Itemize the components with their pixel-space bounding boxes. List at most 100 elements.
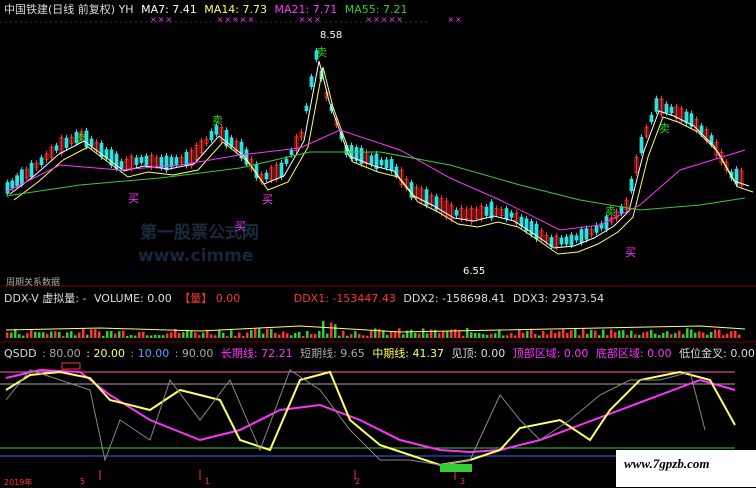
- ddx-bar: [30, 329, 33, 338]
- high-price-label: 8.58: [320, 30, 343, 41]
- ddx-bar: [542, 330, 545, 338]
- ddx-bar: [234, 335, 237, 338]
- period-relation-label: 周期关系数据: [6, 278, 61, 288]
- candle-body: [134, 157, 139, 165]
- qsdd-name: QSDD: [4, 347, 37, 360]
- signal-marks: ××× ××××× ××× ××××× ××: [150, 15, 463, 24]
- ddx-bar: [530, 328, 533, 338]
- date-label: 2019年: [4, 478, 33, 487]
- ddx-bar: [726, 333, 729, 338]
- date-label: 1: [205, 477, 211, 486]
- ddx-bar: [722, 335, 725, 338]
- ddx-bar: [582, 328, 585, 338]
- ddx-bar: [314, 334, 317, 338]
- candle-body: [619, 206, 624, 214]
- ddx-bar: [578, 335, 581, 338]
- ddx-bar: [38, 332, 41, 338]
- ddx-bar: [114, 333, 117, 338]
- buy-signal: 买: [262, 193, 273, 206]
- ddx-bar: [418, 333, 421, 338]
- candle-body: [649, 114, 654, 122]
- level-10: : 10.00: [130, 347, 170, 360]
- date-label: 5: [80, 477, 86, 486]
- ddx-bar: [510, 333, 513, 338]
- ddx1-label: DDX1: -153447.43: [293, 292, 396, 305]
- sell-signal: 卖: [212, 114, 223, 127]
- ddx-bar: [714, 329, 717, 338]
- candle-body: [15, 175, 20, 187]
- ddx-bar: [22, 335, 25, 338]
- sell-signal: 卖: [659, 122, 670, 135]
- ddx-bar: [646, 331, 649, 338]
- ddx-bar: [82, 328, 85, 338]
- candle-body: [584, 228, 589, 240]
- ddx-bar: [374, 328, 377, 338]
- ddx-bar: [190, 331, 193, 338]
- candle-body: [664, 103, 669, 113]
- level-90: : 90.00: [174, 347, 214, 360]
- ddx-bar: [130, 335, 133, 338]
- candle-body: [574, 235, 579, 241]
- ddx-bar: [458, 330, 461, 338]
- ddx-bar: [150, 335, 153, 338]
- ddx-bar: [678, 330, 681, 338]
- candle-body: [504, 208, 509, 220]
- ddx-bar: [446, 331, 449, 338]
- ddx-bar: [286, 333, 289, 338]
- ddx-bar: [398, 328, 401, 338]
- ddx-bar: [54, 331, 57, 338]
- level-20: : 20.00: [86, 347, 125, 360]
- ddx-bar: [558, 331, 561, 338]
- ddx-bar: [274, 332, 277, 338]
- ddx-bar: [162, 335, 165, 338]
- ddx-bar: [310, 334, 313, 338]
- ddx-bar: [366, 335, 369, 338]
- ddx-bar: [730, 330, 733, 338]
- ddx-bar: [326, 333, 329, 338]
- mid-term-label: 中期线: 41.37: [372, 347, 445, 360]
- top-zone-label: 顶部区域: 0.00: [512, 347, 589, 360]
- ddx-bar: [74, 335, 77, 338]
- ddx-bar: [322, 320, 325, 338]
- ddx-bar: [462, 335, 465, 338]
- ddx-bar: [338, 335, 341, 338]
- ddx-bar: [386, 334, 389, 338]
- ddx-bar: [178, 333, 181, 338]
- low-cross-label: 低位金叉: 0.00: [679, 347, 755, 360]
- ddx-bar: [294, 332, 297, 338]
- ddx-bar: [486, 334, 489, 338]
- ddx-bar: [246, 332, 249, 338]
- ddx-bar: [630, 330, 633, 338]
- candle-body: [669, 106, 674, 114]
- ddx-bar: [518, 329, 521, 338]
- ddx-bar: [502, 335, 505, 338]
- ddx-bar: [94, 329, 97, 338]
- date-axis: 2019年 5 1 2 3: [0, 477, 620, 487]
- candle-body: [19, 169, 24, 185]
- candle-body: [389, 158, 394, 172]
- ddx-bar: [690, 329, 693, 338]
- candle-body: [569, 234, 574, 246]
- site-logo-box: www.7gpzb.com: [616, 450, 756, 487]
- ddx-bar: [262, 333, 265, 338]
- ddx-bar: [266, 328, 269, 338]
- ddx-bar: [194, 332, 197, 338]
- ddx-bar: [586, 333, 589, 338]
- ddx-bar: [574, 328, 577, 338]
- ddx-bar: [562, 328, 565, 338]
- candle-body: [519, 216, 524, 227]
- ddx-bar: [106, 331, 109, 338]
- ddx-panel-header: DDX-V 虚拟量: - VOLUME: 0.00 【量】 0.00 DDX1:…: [4, 292, 608, 305]
- ddx-bar: [242, 335, 245, 338]
- low-price-label: 6.55: [463, 266, 486, 277]
- site-url: www.7gpzb.com: [624, 456, 710, 471]
- ddx-bar: [610, 329, 613, 338]
- bottom-zone-label: 底部区域: 0.00: [595, 347, 672, 360]
- stock-chart-canvas[interactable]: [0, 0, 756, 487]
- ddx-bar: [666, 331, 669, 338]
- candle-body: [29, 162, 34, 178]
- ddx-bar: [478, 333, 481, 338]
- ddx-bar: [482, 334, 485, 338]
- candle-body: [384, 159, 389, 168]
- ddx-bar: [270, 329, 273, 338]
